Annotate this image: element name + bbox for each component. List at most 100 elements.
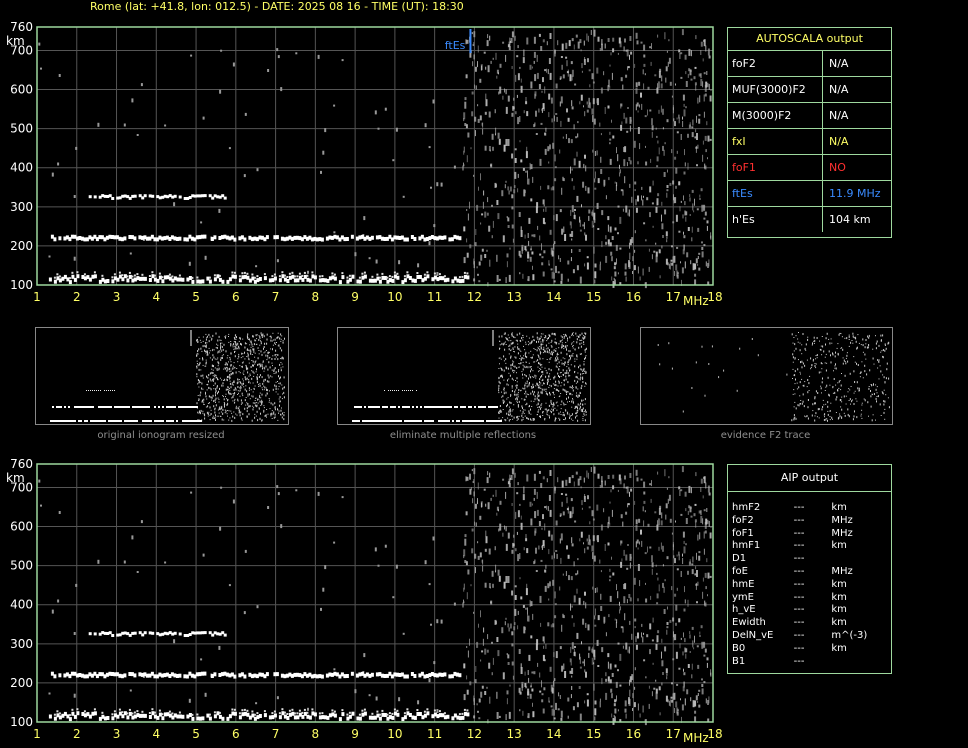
noise-dot <box>200 221 203 224</box>
thumb-noise <box>581 373 583 375</box>
thumb-noise <box>235 405 237 407</box>
thumb-trace <box>80 420 82 422</box>
noise-dot <box>256 168 259 172</box>
trace-point <box>291 708 294 711</box>
noise-dot <box>417 700 420 705</box>
trace-point <box>393 708 396 711</box>
thumb-noise <box>260 350 262 353</box>
thumb-noise <box>248 349 250 351</box>
noise-dot <box>587 472 589 479</box>
thumb-noise <box>236 414 238 416</box>
noise-dot <box>541 108 543 111</box>
noise-dot <box>496 69 499 74</box>
autoscala-row: MUF(3000)F2 N/A <box>728 77 891 103</box>
noise-dot <box>566 508 569 511</box>
thumb-noise <box>521 419 523 422</box>
noise-dot <box>635 636 637 643</box>
noise-dot <box>568 575 570 581</box>
thumb-noise <box>259 374 261 377</box>
noise-dot <box>532 265 533 270</box>
thumb-noise <box>553 350 555 352</box>
thumb-noise <box>242 378 244 380</box>
noise-dot <box>570 658 572 666</box>
noise-dot <box>612 474 615 479</box>
noise-dot <box>623 483 625 489</box>
thumb-noise <box>218 350 220 352</box>
noise-dot <box>678 230 681 233</box>
thumb-noise <box>234 334 236 337</box>
noise-dot <box>629 54 630 60</box>
x-tick-label: 3 <box>113 290 121 304</box>
thumb-noise <box>213 384 215 386</box>
thumb-noise <box>244 347 246 349</box>
thumb-noise <box>508 372 510 374</box>
noise-dot <box>471 528 474 532</box>
x-tick-label: 10 <box>387 727 402 741</box>
thumb-noise <box>200 374 202 377</box>
noise-dot <box>513 189 516 194</box>
trace-point <box>238 712 241 715</box>
thumb-noise <box>270 335 272 337</box>
thumb-trace <box>388 420 390 422</box>
thumb-noise <box>274 416 276 418</box>
thumb-noise <box>259 417 261 420</box>
thumb-trace <box>106 390 107 391</box>
noise-dot <box>594 171 596 179</box>
thumb-noise <box>265 394 267 397</box>
noise-dot <box>542 199 545 205</box>
noise-dot <box>467 650 469 658</box>
noise-dot <box>697 664 700 669</box>
thumb-noise <box>281 384 283 386</box>
noise-dot <box>540 185 542 190</box>
noise-field <box>38 466 712 726</box>
thumb-trace <box>76 406 78 408</box>
x-tick-label: 5 <box>192 290 200 304</box>
thumb-noise <box>578 378 580 380</box>
noise-dot <box>616 695 617 702</box>
noise-dot <box>642 69 644 75</box>
thumb-trace <box>438 420 440 422</box>
noise-dot <box>377 127 380 130</box>
trace-point <box>275 672 279 677</box>
noise-dot <box>698 510 701 514</box>
noise-dot <box>541 699 544 703</box>
thumb-noise <box>277 332 279 334</box>
trace-point <box>388 275 391 278</box>
noise-dot <box>428 583 431 586</box>
thumb-noise <box>519 358 521 359</box>
noise-dot <box>472 498 474 504</box>
noise-dot <box>520 159 523 163</box>
thumb-trace <box>178 406 180 408</box>
trace-point <box>283 274 286 277</box>
noise-dot <box>651 480 652 487</box>
noise-dot <box>596 67 599 74</box>
noise-dot <box>204 255 207 260</box>
thumb-noise <box>538 409 540 411</box>
trace-point <box>273 273 276 276</box>
noise-dot <box>502 532 504 537</box>
thumb-noise <box>220 408 222 411</box>
noise-dot <box>471 91 474 95</box>
trace-point <box>406 271 409 274</box>
noise-dot <box>200 658 203 661</box>
thumb-noise <box>249 405 251 408</box>
thumb-trace <box>166 406 168 408</box>
noise-dot <box>634 249 636 253</box>
noise-dot <box>129 689 132 692</box>
noise-dot <box>543 107 545 111</box>
noise-dot <box>492 657 494 665</box>
thumb-noise <box>563 345 565 347</box>
noise-dot <box>694 136 697 139</box>
thumb-noise <box>206 354 208 356</box>
noise-dot <box>527 276 530 282</box>
noise-dot <box>555 83 558 89</box>
noise-dot <box>565 56 568 59</box>
thumb-trace <box>176 420 178 422</box>
thumb-noise <box>282 340 284 342</box>
thumb-noise <box>530 357 532 358</box>
noise-dot <box>478 280 481 283</box>
noise-dot <box>173 202 176 207</box>
thumb-noise <box>541 364 543 366</box>
noise-dot <box>517 45 519 49</box>
noise-dot <box>685 653 687 659</box>
